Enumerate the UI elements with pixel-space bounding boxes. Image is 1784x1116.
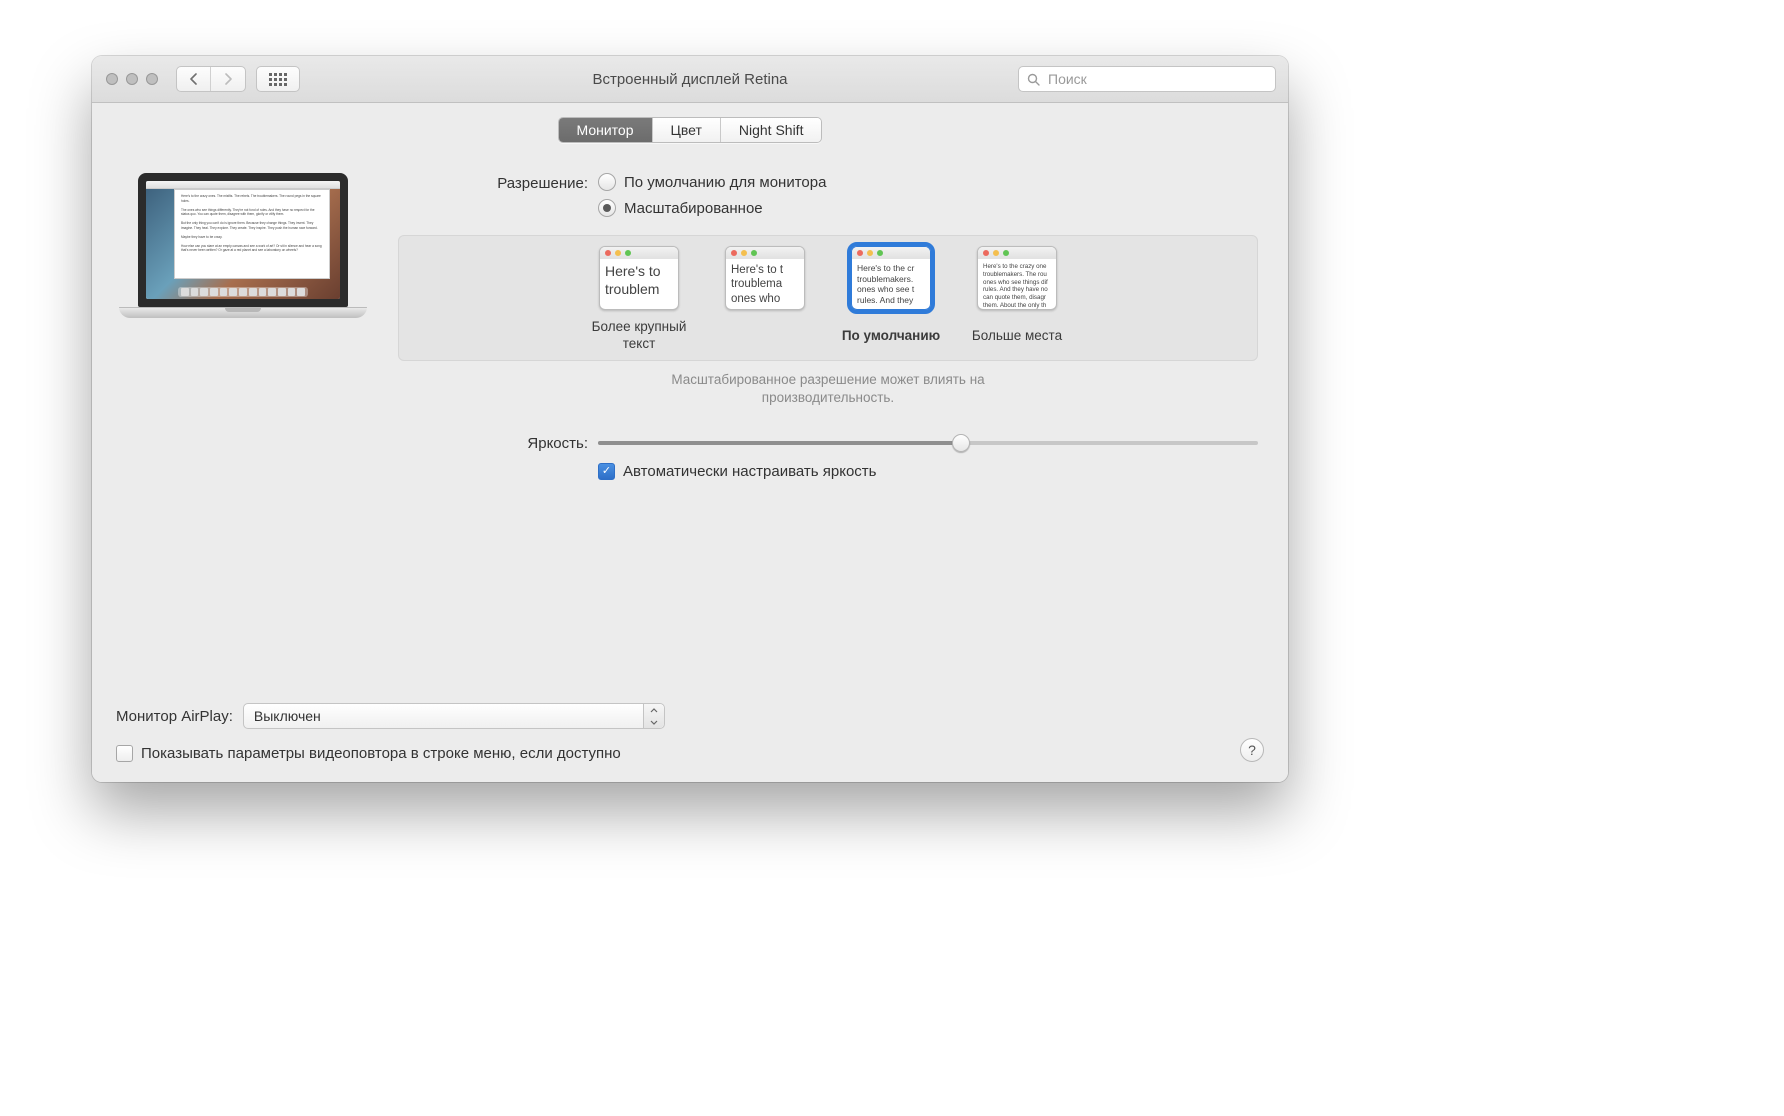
- window-toolbar: Встроенный дисплей Retina: [92, 56, 1288, 103]
- resolution-label: Разрешение:: [398, 173, 588, 192]
- radio-default-for-monitor[interactable]: По умолчанию для монитора: [598, 173, 1258, 191]
- search-icon: [1027, 73, 1040, 86]
- chevron-left-icon: [189, 73, 198, 85]
- brightness-label: Яркость:: [398, 435, 588, 452]
- search-input[interactable]: [1046, 70, 1267, 88]
- radio-label: Масштабированное: [624, 200, 763, 217]
- radio-label: По умолчанию для монитора: [624, 174, 826, 191]
- airplay-label: Монитор AirPlay:: [116, 708, 233, 725]
- tab-monitor[interactable]: Монитор: [559, 118, 653, 142]
- resolution-option-larger-text[interactable]: Here's to troublem Более крупный текст: [589, 246, 689, 352]
- radio-icon: [598, 199, 616, 217]
- performance-note: Масштабированное разрешение может влиять…: [398, 371, 1258, 407]
- resolution-thumb: Here's to t troublema ones who: [725, 246, 805, 310]
- preferences-window: Встроенный дисплей Retina Монитор Цвет N…: [92, 56, 1288, 782]
- airplay-value: Выключен: [254, 708, 321, 724]
- airplay-select[interactable]: Выключен: [243, 703, 665, 729]
- mirroring-label: Показывать параметры видеоповтора в стро…: [141, 745, 621, 762]
- traffic-lights: [106, 73, 158, 85]
- help-button[interactable]: ?: [1240, 738, 1264, 762]
- settings-panel: Разрешение: По умолчанию для монитора Ма…: [398, 173, 1262, 480]
- option-caption: По умолчанию: [842, 318, 940, 352]
- laptop-body: Here's to the crazy ones. The misfits. T…: [138, 173, 348, 307]
- auto-brightness-label: Автоматически настраивать яркость: [623, 463, 876, 480]
- content: Here's to the crazy ones. The misfits. T…: [92, 143, 1288, 480]
- zoom-window-button[interactable]: [146, 73, 158, 85]
- tab-night-shift[interactable]: Night Shift: [721, 118, 822, 142]
- chevron-up-icon: [650, 708, 658, 713]
- grid-icon: [269, 73, 287, 86]
- option-caption: Больше места: [972, 318, 1062, 352]
- search-field[interactable]: [1018, 66, 1276, 92]
- mirroring-row[interactable]: Показывать параметры видеоповтора в стро…: [116, 745, 1264, 762]
- slider-track: [598, 441, 1258, 445]
- airplay-row: Монитор AirPlay: Выключен: [116, 703, 1264, 729]
- resolution-option-2[interactable]: Here's to t troublema ones who: [715, 246, 815, 352]
- tabs-segmented: Монитор Цвет Night Shift: [558, 117, 823, 143]
- auto-brightness-row[interactable]: Автоматически настраивать яркость: [598, 463, 1258, 480]
- slider-thumb[interactable]: [952, 434, 970, 452]
- radio-scaled[interactable]: Масштабированное: [598, 199, 1258, 217]
- nav-buttons: [176, 66, 246, 92]
- display-illustration: Here's to the crazy ones. The misfits. T…: [118, 173, 368, 480]
- resolution-thumb: Here's to the cr troublemakers. ones who…: [851, 246, 931, 310]
- option-caption: Более крупный текст: [589, 318, 689, 352]
- resolution-row: Разрешение: По умолчанию для монитора Ма…: [398, 173, 1258, 225]
- forward-button[interactable]: [211, 67, 245, 91]
- chevron-down-icon: [650, 720, 658, 725]
- resolution-thumb: Here's to troublem: [599, 246, 679, 310]
- resolution-option-more-space[interactable]: Here's to the crazy one troublemakers. T…: [967, 246, 1067, 352]
- tab-color[interactable]: Цвет: [653, 118, 721, 142]
- show-all-button[interactable]: [256, 66, 300, 92]
- tabs-row: Монитор Цвет Night Shift: [92, 103, 1288, 143]
- resolution-option-default[interactable]: Here's to the cr troublemakers. ones who…: [841, 246, 941, 352]
- laptop-screen: Here's to the crazy ones. The misfits. T…: [146, 181, 340, 299]
- resolution-thumb: Here's to the crazy one troublemakers. T…: [977, 246, 1057, 310]
- resolution-controls: По умолчанию для монитора Масштабированн…: [588, 173, 1258, 225]
- laptop-base: [119, 307, 367, 318]
- brightness-row: Яркость:: [398, 433, 1258, 453]
- radio-icon: [598, 173, 616, 191]
- chevron-right-icon: [224, 73, 233, 85]
- mirroring-checkbox[interactable]: [116, 745, 133, 762]
- minimize-window-button[interactable]: [126, 73, 138, 85]
- close-window-button[interactable]: [106, 73, 118, 85]
- help-icon: ?: [1248, 742, 1256, 758]
- brightness-slider[interactable]: [588, 433, 1258, 453]
- auto-brightness-checkbox[interactable]: [598, 463, 615, 480]
- resolution-options: Here's to troublem Более крупный текст H…: [409, 246, 1247, 352]
- select-stepper: [643, 704, 664, 728]
- resolution-options-well: Here's to troublem Более крупный текст H…: [398, 235, 1258, 361]
- bottom-area: Монитор AirPlay: Выключен Показывать пар…: [92, 703, 1288, 782]
- back-button[interactable]: [177, 67, 211, 91]
